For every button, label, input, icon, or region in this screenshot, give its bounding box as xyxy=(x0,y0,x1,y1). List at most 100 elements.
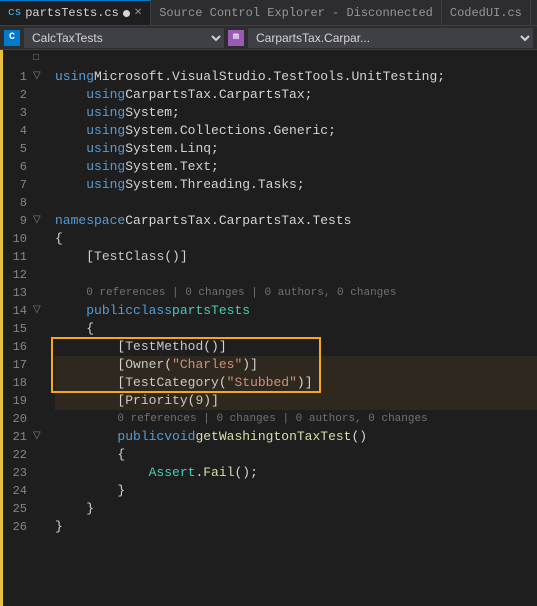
class-icon: C xyxy=(4,30,20,46)
code-line: using CarpartsTax.CarpartsTax; xyxy=(55,86,537,104)
line-number: 7 xyxy=(3,176,33,194)
token: System.Collections.Generic; xyxy=(125,122,336,140)
code-line: } xyxy=(55,518,537,536)
gutter-line: 2 xyxy=(3,86,51,104)
token: )] xyxy=(203,392,219,410)
line-number: 1 xyxy=(3,68,33,86)
code-line: { xyxy=(55,230,537,248)
token: (); xyxy=(234,464,257,482)
line-number: 21 xyxy=(3,428,33,446)
token: System.Text; xyxy=(125,158,219,176)
tab-partsTests[interactable]: cs partsTests.cs ✕ xyxy=(0,0,151,25)
line-number: 26 xyxy=(3,518,33,536)
dropdown-bar: C CalcTaxTests m CarpartsTax.Carpar... xyxy=(0,26,537,50)
fold-button[interactable]: ▽ xyxy=(33,68,45,86)
member-dropdown[interactable]: CarpartsTax.Carpar... xyxy=(248,28,533,48)
tab-modified-dot xyxy=(123,10,130,17)
tab-icon: cs xyxy=(8,7,21,19)
gutter-line: 11 xyxy=(3,248,51,266)
token: } xyxy=(117,482,125,500)
token: ()] xyxy=(164,248,187,266)
code-area: □1▽23456789▽1011121314▽15161718192021▽22… xyxy=(0,50,537,606)
line-number: 9 xyxy=(3,212,33,230)
token: using xyxy=(86,86,125,104)
token: Owner xyxy=(125,356,164,374)
token: partsTests xyxy=(172,302,250,320)
code-editor[interactable]: using Microsoft.VisualStudio.TestTools.U… xyxy=(51,50,537,606)
fold-button[interactable]: ▽ xyxy=(33,428,45,446)
fold-button[interactable]: ▽ xyxy=(33,302,45,320)
code-line: namespace CarpartsTax.CarpartsTax.Tests xyxy=(55,212,537,230)
token: System.Threading.Tasks; xyxy=(125,176,304,194)
token: 9 xyxy=(195,392,203,410)
gutter-line: 21▽ xyxy=(3,428,51,446)
token: "Stubbed" xyxy=(227,374,297,392)
code-line: [Owner("Charles")] xyxy=(55,356,537,374)
token: )] xyxy=(242,356,258,374)
line-number: 18 xyxy=(3,374,33,392)
gutter-line: 18 xyxy=(3,374,51,392)
gutter-line: 22 xyxy=(3,446,51,464)
token: CarpartsTax.CarpartsTax.Tests xyxy=(125,212,351,230)
token: [ xyxy=(117,356,125,374)
token: ( xyxy=(219,374,227,392)
code-line: public void getWashingtonTaxTest() xyxy=(55,428,537,446)
line-number: 19 xyxy=(3,392,33,410)
token: [ xyxy=(117,338,125,356)
code-line: 0 references | 0 changes | 0 authors, 0 … xyxy=(55,284,537,302)
gutter-line: 16 xyxy=(3,338,51,356)
token: using xyxy=(86,122,125,140)
gutter-line: 8 xyxy=(3,194,51,212)
token: )] xyxy=(297,374,313,392)
fold-button[interactable]: □ xyxy=(33,50,45,68)
line-number: 4 xyxy=(3,122,33,140)
code-line: [TestCategory("Stubbed")] xyxy=(55,374,537,392)
ref-info: 0 references | 0 changes | 0 authors, 0 … xyxy=(86,284,396,302)
gutter-line: 1▽ xyxy=(3,68,51,86)
code-line: using System; xyxy=(55,104,537,122)
token: using xyxy=(55,68,94,86)
gutter-line: 25 xyxy=(3,500,51,518)
gutter-line: 15 xyxy=(3,320,51,338)
token: Assert xyxy=(149,464,196,482)
gutter-line: 13 xyxy=(3,284,51,302)
token: public xyxy=(86,302,133,320)
token: { xyxy=(55,230,63,248)
gutter-line: 26 xyxy=(3,518,51,536)
token: getWashingtonTaxTest xyxy=(195,428,351,446)
gutter-line: 4 xyxy=(3,122,51,140)
tab-close-icon[interactable]: ✕ xyxy=(134,7,142,19)
token: } xyxy=(55,518,63,536)
code-line: } xyxy=(55,500,537,518)
line-number: 15 xyxy=(3,320,33,338)
token: TestClass xyxy=(94,248,164,266)
token: TestMethod xyxy=(125,338,203,356)
code-line xyxy=(55,50,537,68)
tab-source-control[interactable]: Source Control Explorer - Disconnected xyxy=(151,0,442,25)
ref-info: 0 references | 0 changes | 0 authors, 0 … xyxy=(117,410,427,428)
code-line: { xyxy=(55,320,537,338)
line-number: 22 xyxy=(3,446,33,464)
tab-codedui[interactable]: CodedUI.cs xyxy=(442,0,531,25)
code-line: public class partsTests xyxy=(55,302,537,320)
token: { xyxy=(86,320,94,338)
class-dropdown[interactable]: CalcTaxTests xyxy=(24,28,224,48)
code-line: using System.Collections.Generic; xyxy=(55,122,537,140)
token: () xyxy=(351,428,367,446)
token: ( xyxy=(188,392,196,410)
gutter-line: 3 xyxy=(3,104,51,122)
token: } xyxy=(86,500,94,518)
code-line xyxy=(55,194,537,212)
token: { xyxy=(117,446,125,464)
token: using xyxy=(86,158,125,176)
gutter-line: 17 xyxy=(3,356,51,374)
gutter-line: 20 xyxy=(3,410,51,428)
fold-button[interactable]: ▽ xyxy=(33,212,45,230)
line-number: 20 xyxy=(3,410,33,428)
gutter-line: 19 xyxy=(3,392,51,410)
tab-startup[interactable]: Startup.cs xyxy=(531,0,537,25)
token: [ xyxy=(117,392,125,410)
token: Microsoft.VisualStudio.TestTools.UnitTes… xyxy=(94,68,445,86)
token: [ xyxy=(117,374,125,392)
code-line: using Microsoft.VisualStudio.TestTools.U… xyxy=(55,68,537,86)
